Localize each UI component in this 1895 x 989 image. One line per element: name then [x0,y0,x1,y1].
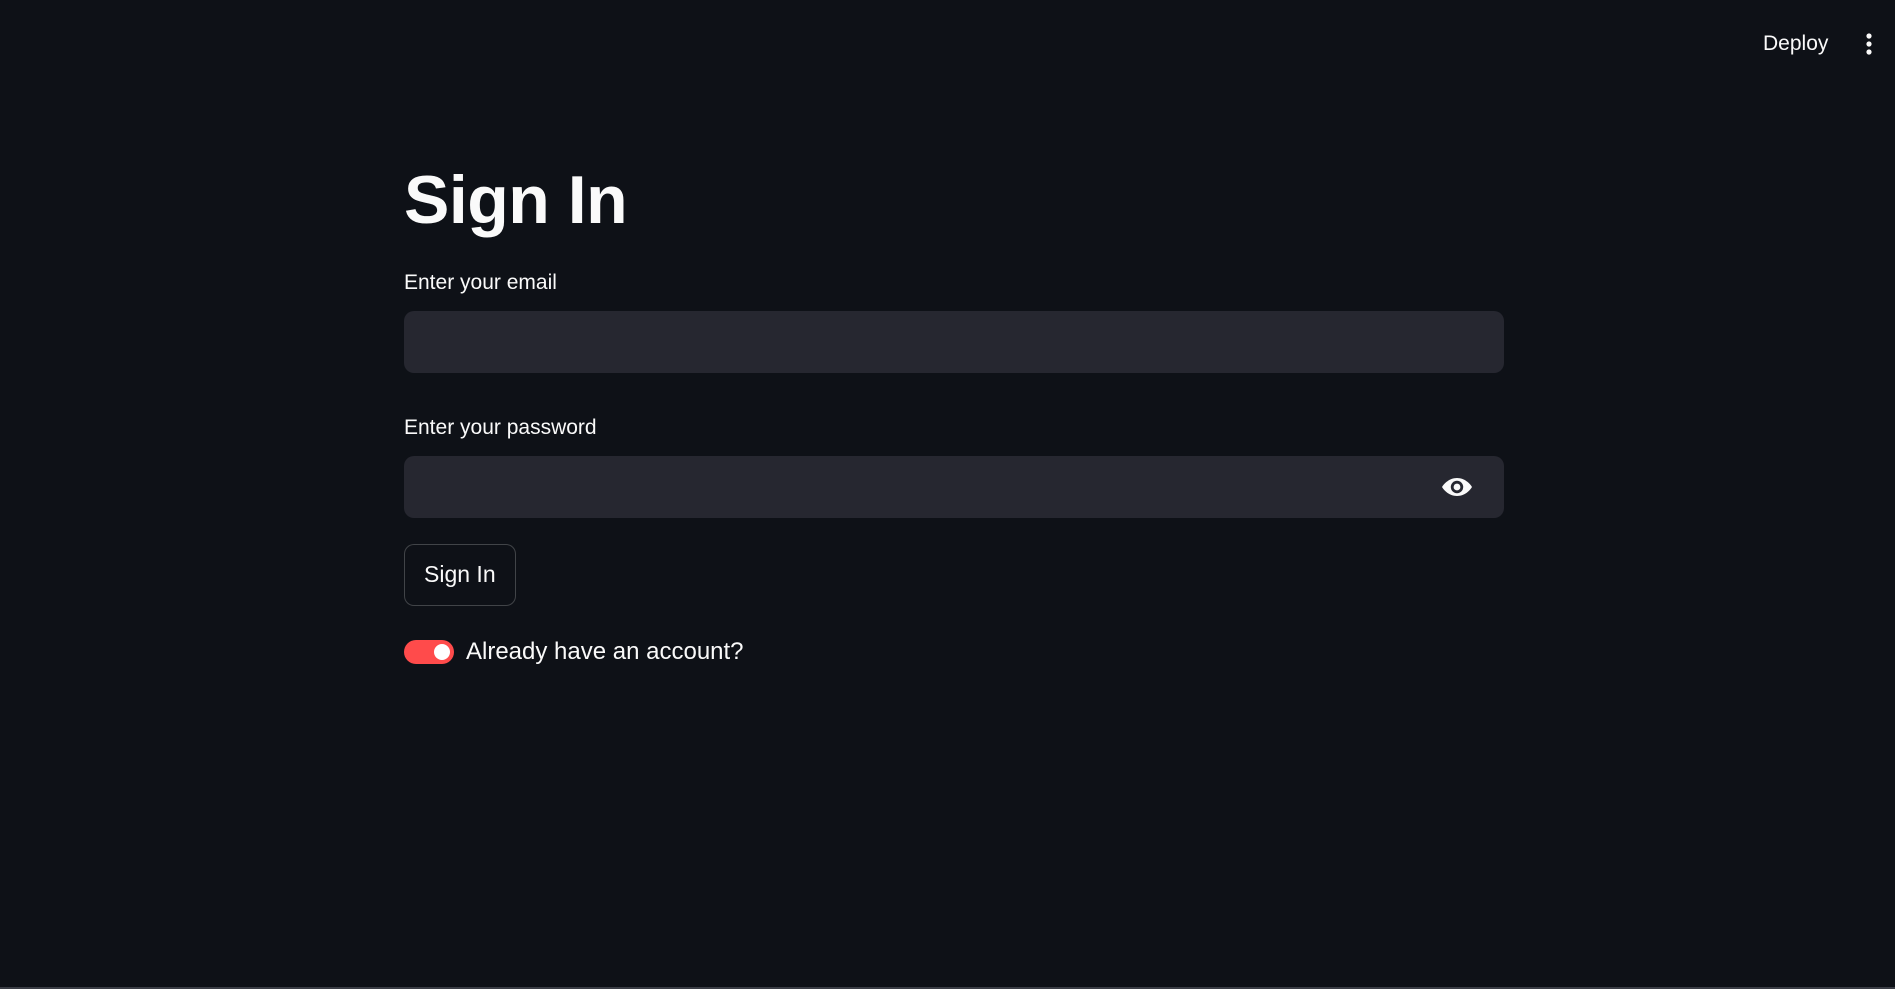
account-toggle-row: Already have an account? [404,638,1504,666]
kebab-menu-icon [1866,33,1872,55]
deploy-button[interactable]: Deploy [1753,26,1838,62]
top-toolbar: Deploy [0,0,1895,86]
account-toggle-switch[interactable] [404,639,454,664]
sign-in-button[interactable]: Sign In [404,543,516,606]
app-root: Deploy Sign In Enter your email Enter yo… [0,0,1895,989]
email-label: Enter your email [404,270,557,294]
account-toggle-label[interactable]: Already have an account? [466,638,744,666]
main-menu-button[interactable] [1856,26,1882,62]
page-title: Sign In [404,162,628,238]
password-field-container [404,455,1504,518]
email-field[interactable] [404,310,1504,373]
toggle-knob [434,643,450,660]
eye-icon [1442,477,1472,496]
show-password-button[interactable] [1440,470,1474,504]
password-label: Enter your password [404,415,597,439]
password-field[interactable] [404,455,1504,518]
main-content: Sign In Enter your email Enter your pass… [404,160,1504,666]
email-field-container [404,310,1504,373]
